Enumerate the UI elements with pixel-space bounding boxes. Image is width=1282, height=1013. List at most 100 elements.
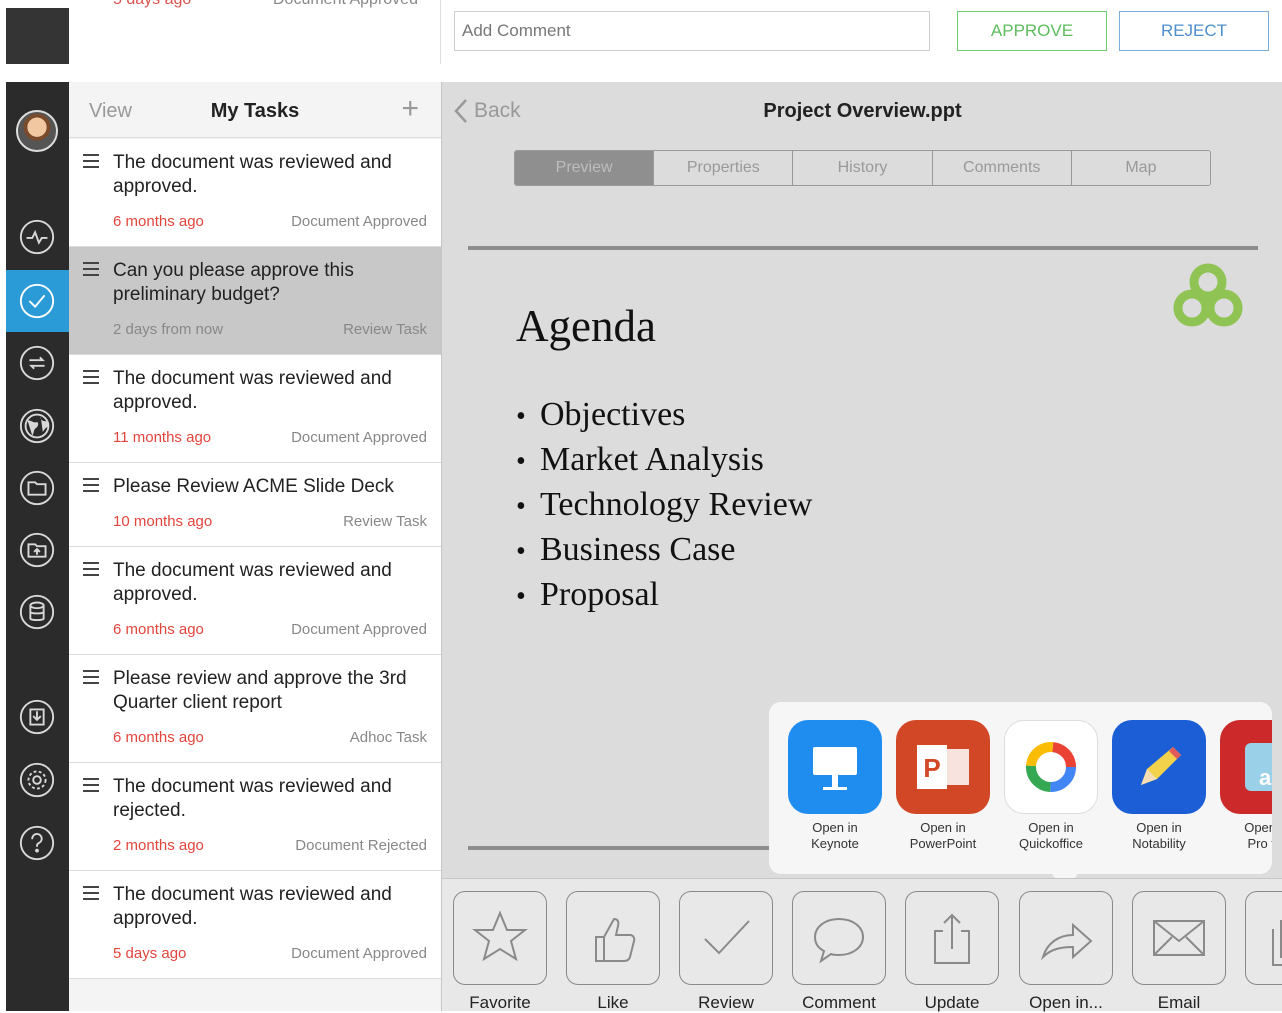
- add-task-button[interactable]: +: [401, 94, 419, 124]
- action-label: Comment: [802, 993, 876, 1012]
- task-title: Please review and approve the 3rd Quarte…: [113, 668, 407, 713]
- task-row[interactable]: The document was reviewed and rejected. 2…: [69, 763, 441, 871]
- task-type: Adhoc Task: [349, 729, 427, 746]
- task-type: Review Task: [343, 513, 427, 530]
- keynote-icon: [788, 720, 882, 814]
- settings-gear-icon[interactable]: [17, 760, 57, 800]
- drag-handle-icon[interactable]: [83, 478, 99, 496]
- task-list-header: View My Tasks +: [69, 82, 441, 138]
- tab-history[interactable]: History: [793, 151, 933, 185]
- task-time: 10 months ago: [113, 513, 213, 530]
- open-in-app[interactable]: P Open in PowerPoint: [894, 720, 992, 852]
- tab-comments[interactable]: Comments: [932, 151, 1072, 185]
- share-arrow-icon: [1019, 891, 1113, 985]
- task-title: The document was reviewed and approved.: [113, 152, 392, 197]
- drag-handle-icon[interactable]: [83, 370, 99, 388]
- download-icon[interactable]: [17, 697, 57, 737]
- drag-handle-icon[interactable]: [83, 562, 99, 580]
- previous-task-time: 5 days ago: [113, 0, 191, 9]
- drag-handle-icon[interactable]: [83, 778, 99, 796]
- open-in-app-label: Open in Quickoffice: [1002, 820, 1100, 852]
- shared-folder-icon[interactable]: [17, 530, 57, 570]
- divider: [440, 0, 441, 64]
- slide-rule-bottom: [468, 846, 788, 850]
- task-row[interactable]: Please review and approve the 3rd Quarte…: [69, 655, 441, 763]
- task-title: The document was reviewed and approved.: [113, 368, 392, 413]
- checkmark-icon: [679, 891, 773, 985]
- speech-bubble-icon: [792, 891, 886, 985]
- task-row[interactable]: The document was reviewed and approved. 6…: [69, 139, 441, 247]
- slide-bullets: ObjectivesMarket AnalysisTechnology Revi…: [516, 392, 812, 617]
- document-viewer: Back Project Overview.ppt Preview Propert…: [441, 82, 1282, 1013]
- open-in-app-label-line2: Quickoffice: [1018, 836, 1084, 851]
- open-in-app-label: Open inPro for: [1218, 820, 1272, 852]
- more-action-button[interactable]: F: [1244, 891, 1282, 1013]
- task-type: Document Approved: [291, 945, 427, 962]
- action-label: F: [1244, 993, 1282, 1013]
- task-row[interactable]: Can you please approve this preliminary …: [69, 247, 441, 355]
- drag-handle-icon[interactable]: [83, 154, 99, 172]
- open-in-app-label-line2: Notability: [1132, 836, 1186, 851]
- help-icon[interactable]: [17, 823, 57, 863]
- powerpoint-icon: P: [896, 720, 990, 814]
- acrobat-pro-icon: a: [1220, 720, 1272, 814]
- task-time: 6 months ago: [113, 621, 204, 638]
- open-in-app-label-line2: PowerPoint: [909, 836, 977, 851]
- update-button[interactable]: Update: [904, 891, 1000, 1013]
- slide-bullet: Business Case: [516, 527, 812, 572]
- open-in-app[interactable]: Open in Quickoffice: [1002, 720, 1100, 852]
- open-in-app[interactable]: Open in Notability: [1110, 720, 1208, 852]
- open-in-button[interactable]: Open in...: [1018, 891, 1114, 1013]
- drag-handle-icon[interactable]: [83, 886, 99, 904]
- previous-screen-strip: 5 days ago Document Approved APPROVE REJ…: [0, 0, 1282, 64]
- open-in-app-label-line1: Open in: [920, 820, 966, 835]
- task-title: Please Review ACME Slide Deck: [113, 476, 394, 497]
- open-in-app[interactable]: a Open inPro for: [1218, 720, 1272, 852]
- folder-icon[interactable]: [17, 468, 57, 508]
- open-in-app-label-line1: Open in: [812, 820, 858, 835]
- slide-rule: [468, 246, 1258, 250]
- tasks-check-icon[interactable]: [17, 281, 57, 321]
- email-button[interactable]: Email: [1131, 891, 1227, 1013]
- task-row[interactable]: The document was reviewed and approved. 1…: [69, 355, 441, 463]
- previous-task-row: 5 days ago Document Approved: [88, 0, 440, 14]
- comment-button[interactable]: Comment: [791, 891, 887, 1013]
- reject-button[interactable]: REJECT: [1119, 11, 1269, 51]
- tab-preview[interactable]: Preview: [515, 151, 655, 185]
- upload-icon: [905, 891, 999, 985]
- sidebar-fragment: [6, 8, 69, 64]
- avatar[interactable]: [16, 110, 58, 152]
- database-icon[interactable]: [17, 592, 57, 632]
- drag-handle-icon[interactable]: [83, 262, 99, 280]
- sidebar: [6, 82, 69, 1011]
- activity-icon[interactable]: [17, 217, 57, 257]
- task-row[interactable]: The document was reviewed and approved. 6…: [69, 547, 441, 655]
- task-time: 2 months ago: [113, 837, 204, 854]
- open-in-app[interactable]: Open in Keynote: [786, 720, 884, 852]
- open-in-app-label-line1: Open in: [1136, 820, 1182, 835]
- open-in-app-label-line2: Keynote: [811, 836, 859, 851]
- like-button[interactable]: Like: [565, 891, 661, 1013]
- task-type: Review Task: [343, 321, 427, 338]
- approve-button[interactable]: APPROVE: [957, 11, 1107, 51]
- workflow-repeat-icon[interactable]: [17, 343, 57, 383]
- task-row[interactable]: The document was reviewed and approved. 5…: [69, 871, 441, 979]
- task-list-panel: View My Tasks + The document was reviewe…: [69, 82, 441, 1011]
- drag-handle-icon[interactable]: [83, 670, 99, 688]
- open-in-app-label-line1: Open in: [1244, 820, 1272, 835]
- tab-properties[interactable]: Properties: [654, 151, 794, 185]
- favorite-button[interactable]: Favorite: [452, 891, 548, 1013]
- copy-icon: [1245, 891, 1282, 985]
- action-label: Open in...: [1029, 993, 1103, 1012]
- tab-map[interactable]: Map: [1071, 151, 1210, 185]
- envelope-icon: [1132, 891, 1226, 985]
- globe-icon[interactable]: [17, 406, 57, 446]
- thumbs-up-icon: [566, 891, 660, 985]
- task-time: 5 days ago: [113, 945, 187, 962]
- open-in-app-label: Open in Keynote: [786, 820, 884, 852]
- open-in-app-label: Open in PowerPoint: [894, 820, 992, 852]
- task-row[interactable]: Please Review ACME Slide Deck 10 months a…: [69, 463, 441, 547]
- review-button[interactable]: Review: [678, 891, 774, 1013]
- add-comment-input[interactable]: [454, 11, 930, 51]
- task-time: 2 days from now: [113, 321, 224, 338]
